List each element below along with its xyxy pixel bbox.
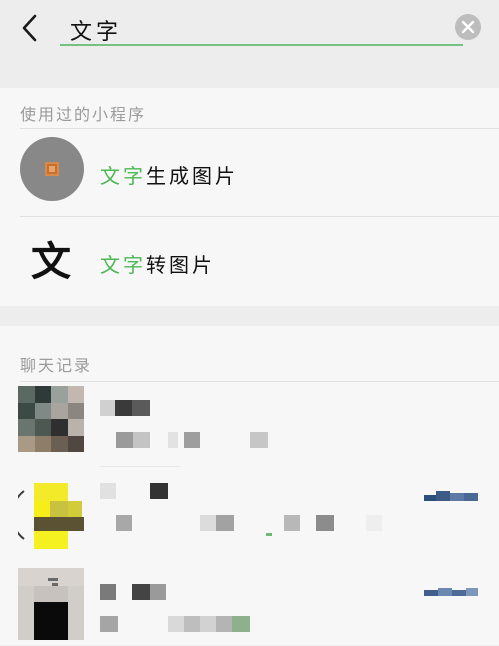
chat-name-redacted xyxy=(100,400,150,416)
chat-records-section-label: 聊天记录 xyxy=(20,356,93,375)
clear-search-button[interactable] xyxy=(455,14,481,40)
mini-program-name: 文字转图片 xyxy=(100,249,215,278)
chat-record-row[interactable] xyxy=(0,384,499,467)
mini-programs-section-label: 使用过的小程序 xyxy=(20,105,147,124)
avatar-pixelated-image xyxy=(18,568,84,640)
mini-program-item[interactable]: 文字生成图片 xyxy=(0,130,499,216)
chat-time-redacted xyxy=(424,588,478,596)
divider xyxy=(100,466,180,467)
mini-programs-section: 使用过的小程序 文字生成图片 文 文字转图片 xyxy=(0,88,499,306)
mini-program-name: 文字生成图片 xyxy=(100,160,238,189)
clear-circle-icon xyxy=(461,20,475,34)
search-bar: 文字 xyxy=(0,0,499,58)
chat-record-row[interactable] xyxy=(0,566,499,646)
divider xyxy=(20,128,499,129)
search-input[interactable]: 文字 xyxy=(60,8,463,46)
chat-name-redacted xyxy=(100,584,166,600)
divider xyxy=(20,381,499,382)
chat-message-redacted xyxy=(100,616,250,632)
chat-record-row[interactable] xyxy=(0,481,499,561)
mini-program-item[interactable]: 文 文字转图片 xyxy=(0,219,499,305)
chat-message-redacted xyxy=(116,432,268,448)
wen-glyph-icon: 文 xyxy=(31,238,71,285)
mini-program-avatar xyxy=(20,137,84,201)
name-rest: 转图片 xyxy=(146,253,215,277)
chat-time-redacted xyxy=(424,491,478,501)
avatar-pixelated-image xyxy=(18,481,84,551)
avatar xyxy=(18,568,84,640)
mini-program-avatar: 文 xyxy=(22,229,80,287)
avatar xyxy=(18,386,84,452)
chevron-left-icon xyxy=(22,14,37,42)
back-button[interactable] xyxy=(14,12,46,44)
chat-records-section: 聊天记录 xyxy=(0,326,499,645)
chat-name-redacted xyxy=(100,483,168,499)
image-generator-icon xyxy=(45,162,59,176)
chat-message-redacted xyxy=(116,515,382,536)
avatar-pixelated-image xyxy=(18,386,84,452)
divider xyxy=(20,216,499,217)
search-query-text: 文字 xyxy=(70,20,123,45)
name-rest: 生成图片 xyxy=(146,164,238,188)
avatar xyxy=(18,481,84,551)
name-highlight: 文字 xyxy=(100,164,146,188)
name-highlight: 文字 xyxy=(100,253,146,277)
